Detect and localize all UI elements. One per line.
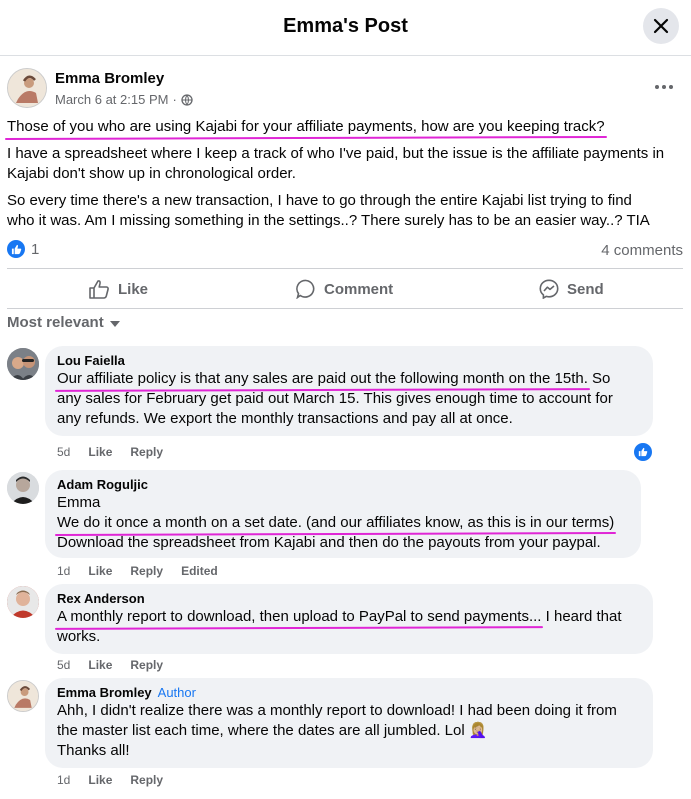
comment-reply-button[interactable]: Reply [130,773,163,787]
chevron-down-icon [109,320,120,327]
globe-icon[interactable] [181,93,193,106]
comment-bubble: Emma Bromley Author Ahh, I didn't realize… [45,678,653,768]
text-line: Kajabi don't show up in chronological or… [7,165,296,182]
comment-text: A monthly report to download, then uploa… [57,607,641,647]
more-dot [655,85,659,89]
comment-actions: 1d Like Reply Edited [57,564,218,578]
comment-like-button[interactable]: Like [88,773,112,787]
commenter-name[interactable]: Emma Bromley [57,685,152,700]
more-dot [662,85,666,89]
edited-label[interactable]: Edited [181,564,218,578]
comment-reply-button[interactable]: Reply [130,658,163,672]
comment-like-button[interactable]: Like [88,564,112,578]
highlighted-text: Those of you who are using Kajabi for yo… [7,118,605,135]
like-reaction-icon[interactable] [632,441,654,463]
comment-bubble: Adam Roguljic Emma We do it once a month… [45,470,641,558]
comment-time[interactable]: 1d [57,564,70,578]
comment-time[interactable]: 1d [57,773,70,787]
comment-bubble: Rex Anderson A monthly report to downloa… [45,584,653,654]
like-button[interactable]: Like [88,278,148,300]
avatar-image [7,472,39,504]
text-line: I have a spreadsheet where I keep a trac… [7,145,665,162]
comment-reply-button[interactable]: Reply [130,445,163,459]
sort-label: Most relevant [7,314,104,331]
post-timestamp[interactable]: March 6 at 2:15 PM [55,92,168,107]
avatar-image [8,69,46,107]
post-author-name[interactable]: Emma Bromley [55,70,164,87]
comment-time[interactable]: 5d [57,658,70,672]
avatar-image [7,348,39,380]
text-line: Ahh, I didn't realize there was a monthl… [57,702,617,719]
text-line: Download the spreadsheet from Kajabi and… [57,534,601,551]
comment-actions: 5d Like Reply [57,658,163,672]
commenter-name[interactable]: Rex Anderson [57,590,641,607]
mentioned-user[interactable]: Emma [57,493,629,513]
more-options-button[interactable] [648,77,680,97]
send-label: Send [567,280,604,298]
post-paragraph-1: Those of you who are using Kajabi for yo… [7,117,605,137]
meta-separator: · [172,92,177,107]
comment-like-button[interactable]: Like [88,445,112,459]
text-line: I heard that [541,608,622,625]
comment-text: Our affiliate policy is that any sales a… [57,369,641,429]
post-dialog-header: Emma's Post [0,0,691,56]
commenter-name[interactable]: Adam Roguljic [57,476,629,493]
close-button[interactable] [643,8,679,44]
comments-count[interactable]: 4 comments [601,242,683,259]
comment-like-button[interactable]: Like [88,658,112,672]
post-meta: March 6 at 2:15 PM · [55,92,193,107]
commenter-avatar[interactable] [7,348,39,380]
comment-text: Ahh, I didn't realize there was a monthl… [57,701,641,761]
text-line: the master list each time, where the dat… [57,722,488,739]
author-badge: Author [157,685,196,700]
text-line: any refunds. We export the monthly trans… [57,410,513,427]
comment-button[interactable]: Comment [296,278,393,300]
comment-reply-button[interactable]: Reply [130,564,163,578]
comment-time[interactable]: 5d [57,445,70,459]
text-line: Thanks all! [57,742,130,759]
send-button[interactable]: Send [539,278,604,300]
comment-sort-dropdown[interactable]: Most relevant [7,314,120,331]
text-line: works. [57,628,101,645]
commenter-avatar[interactable] [7,680,39,712]
reactions-summary[interactable]: 1 [7,240,39,258]
comment-text: Emma We do it once a month on a set date… [57,493,629,553]
text-line: who it was. Am I missing something in th… [7,212,650,229]
dialog-title: Emma's Post [283,15,408,37]
comment-actions: 1d Like Reply [57,773,163,787]
author-avatar[interactable] [7,68,47,108]
comment-bubble: Lou Faiella Our affiliate policy is that… [45,346,653,436]
highlighted-text: A monthly report to download, then uploa… [57,608,542,625]
highlighted-text: We do it once a month on a set date. (an… [57,514,615,531]
post-paragraph-2: I have a spreadsheet where I keep a trac… [7,144,664,184]
avatar-image [8,681,38,711]
avatar-image [7,586,39,618]
commenter-name[interactable]: Lou Faiella [57,352,641,369]
comment-label: Comment [324,280,394,298]
more-dot [669,85,673,89]
close-icon [653,18,669,34]
like-reaction-icon [7,240,25,258]
text-line: So every time there's a new transaction,… [7,192,632,209]
like-label: Like [118,280,149,298]
commenter-avatar[interactable] [7,472,39,504]
thumbs-up-icon [89,280,109,299]
highlighted-text: Our affiliate policy is that any sales a… [57,370,588,387]
commenter-avatar[interactable] [7,586,39,618]
divider [7,268,683,269]
commenter-name-row: Emma Bromley Author [57,684,641,701]
text-line: So [587,370,611,387]
post-paragraph-3: So every time there's a new transaction,… [7,191,650,231]
divider [7,308,683,309]
reaction-count: 1 [31,240,40,258]
text-line: any sales for February get paid out Marc… [57,390,613,407]
messenger-icon [539,279,559,299]
speech-bubble-icon [296,279,315,299]
comment-actions: 5d Like Reply [57,445,163,459]
